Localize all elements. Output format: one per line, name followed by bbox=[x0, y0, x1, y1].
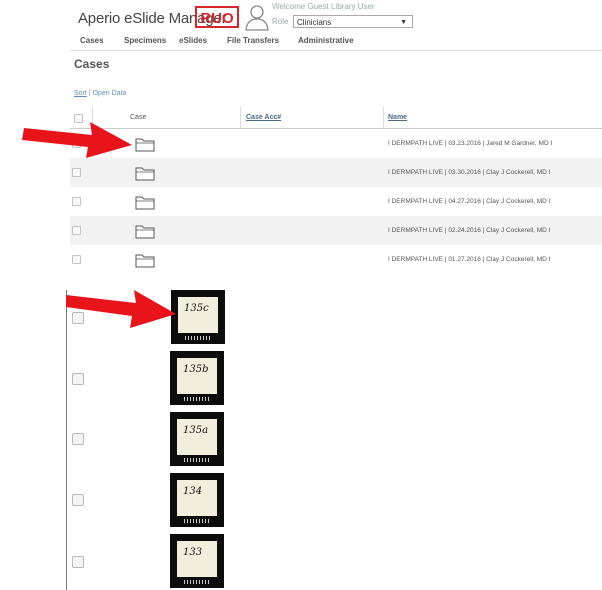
column-header-name[interactable]: Name bbox=[388, 114, 407, 121]
toolbar: Sort | Open Data bbox=[74, 90, 126, 97]
user-icon bbox=[245, 5, 269, 31]
annotation-arrow-icon bbox=[66, 290, 176, 328]
welcome-text: Welcome Guest Library User bbox=[272, 2, 375, 11]
slide-checkbox[interactable] bbox=[72, 433, 84, 445]
slide-barcode bbox=[184, 580, 210, 584]
slide-barcode bbox=[184, 519, 210, 523]
slide-checkbox[interactable] bbox=[72, 556, 84, 568]
nav-item-specimens[interactable]: Specimens bbox=[124, 36, 166, 45]
column-divider bbox=[240, 107, 241, 128]
column-header-case-acc[interactable]: Case Acc# bbox=[246, 114, 281, 121]
case-name[interactable]: I DERMPATH LIVE | 03.23.2016 | Jared M G… bbox=[388, 140, 552, 147]
nav-item-cases[interactable]: Cases bbox=[80, 36, 104, 45]
case-name[interactable]: I DERMPATH LIVE | 01.27.2016 | Clay J Co… bbox=[388, 256, 550, 263]
folder-icon[interactable] bbox=[135, 194, 155, 210]
slide-label: 133 bbox=[183, 547, 203, 558]
slide-label: 135c bbox=[184, 303, 209, 314]
column-divider bbox=[383, 107, 384, 128]
role-select-value: Clinicians bbox=[297, 18, 332, 27]
folder-icon[interactable] bbox=[135, 223, 155, 239]
slide-barcode bbox=[184, 458, 210, 462]
chevron-down-icon: ▼ bbox=[400, 19, 407, 26]
slide-label: 135b bbox=[183, 364, 209, 375]
slide-thumbnail[interactable]: 135c bbox=[171, 290, 225, 344]
table-header bbox=[70, 107, 602, 129]
slide-thumbnail[interactable]: 135a bbox=[170, 412, 224, 466]
page-title: Cases bbox=[74, 57, 110, 71]
slide-label: 134 bbox=[183, 486, 203, 497]
role-select[interactable]: Clinicians ▼ bbox=[293, 15, 413, 28]
row-checkbox[interactable] bbox=[72, 255, 81, 264]
nav-item-administrative[interactable]: Administrative bbox=[298, 36, 354, 45]
slide-thumbnail[interactable]: 134 bbox=[170, 473, 224, 527]
open-data-link[interactable]: Open Data bbox=[93, 90, 127, 97]
slide-barcode bbox=[185, 336, 211, 340]
nav-item-eslides[interactable]: eSlides bbox=[179, 36, 207, 45]
folder-icon[interactable] bbox=[135, 136, 155, 152]
folder-icon[interactable] bbox=[135, 252, 155, 268]
annotation-arrow-icon bbox=[22, 122, 132, 158]
folder-icon[interactable] bbox=[135, 165, 155, 181]
slide-label: 135a bbox=[183, 425, 209, 436]
row-checkbox[interactable] bbox=[72, 226, 81, 235]
slide-checkbox[interactable] bbox=[72, 494, 84, 506]
sort-link[interactable]: Sort bbox=[74, 90, 87, 97]
row-checkbox[interactable] bbox=[72, 197, 81, 206]
nav-item-file-transfers[interactable]: File Transfers bbox=[227, 36, 279, 45]
case-name[interactable]: I DERMPATH LIVE | 03.30.2016 | Clay J Co… bbox=[388, 169, 550, 176]
slide-checkbox[interactable] bbox=[72, 373, 84, 385]
slide-thumbnail[interactable]: 135b bbox=[170, 351, 224, 405]
toolbar-separator: | bbox=[88, 90, 91, 97]
slide-barcode bbox=[184, 397, 210, 401]
role-label: Role bbox=[272, 17, 289, 26]
case-name[interactable]: I DERMPATH LIVE | 04.27.2016 | Clay J Co… bbox=[388, 198, 550, 205]
row-checkbox[interactable] bbox=[72, 168, 81, 177]
slide-thumbnail[interactable]: 133 bbox=[170, 534, 224, 588]
ruo-badge: RUO bbox=[195, 6, 239, 28]
case-name[interactable]: I DERMPATH LIVE | 02.24.2016 | Clay J Co… bbox=[388, 227, 550, 234]
panel-border bbox=[66, 290, 67, 590]
